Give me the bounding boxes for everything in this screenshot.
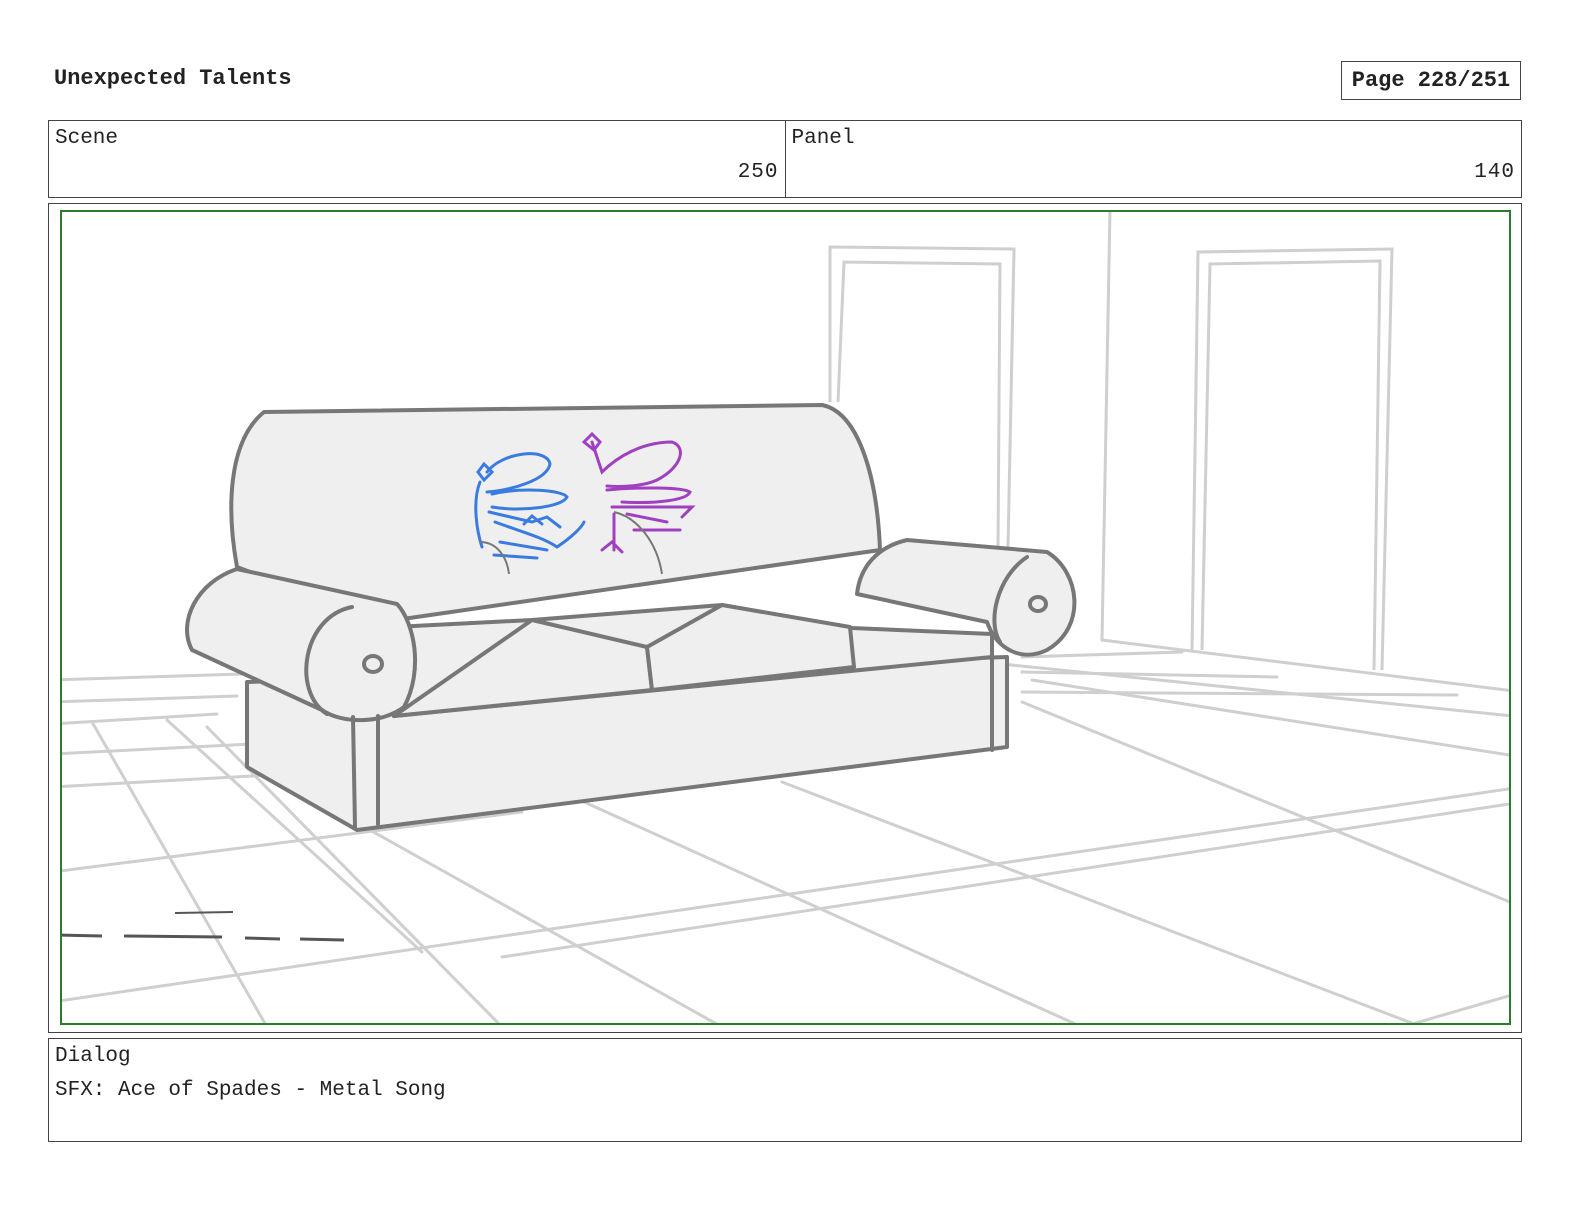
page-number: Page 228/251 <box>1341 61 1521 100</box>
dialog-box: Dialog SFX: Ace of Spades - Metal Song <box>48 1038 1522 1142</box>
sketch-illustration <box>62 212 1509 1023</box>
dialog-label: Dialog <box>55 1045 131 1068</box>
scene-number: 250 <box>737 161 779 184</box>
panel-artwork <box>60 210 1511 1025</box>
panel-frame <box>48 203 1522 1033</box>
scene-panel-row: Scene 250 Panel 140 <box>48 120 1522 198</box>
dialog-text: SFX: Ace of Spades - Metal Song <box>55 1079 446 1102</box>
couch <box>185 403 1077 832</box>
panel-label: Panel <box>791 127 855 150</box>
storyboard-title: Unexpected Talents <box>54 66 292 91</box>
panel-number: 140 <box>1474 161 1515 184</box>
scene-cell: Scene 250 <box>49 121 785 197</box>
scene-label: Scene <box>55 127 119 150</box>
panel-cell: Panel 140 <box>784 121 1522 197</box>
